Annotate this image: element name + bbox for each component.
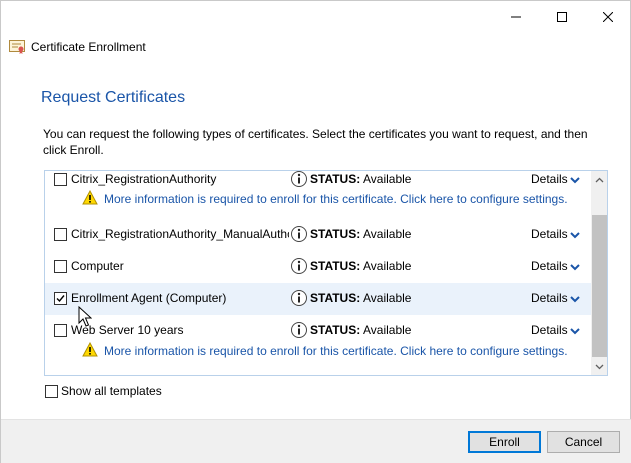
checkmark-icon <box>56 295 65 303</box>
chevron-down-icon[interactable] <box>570 295 580 303</box>
mouse-pointer-icon <box>78 306 92 327</box>
details-link[interactable]: Details <box>531 323 568 337</box>
status-value: Available <box>363 227 412 241</box>
maximize-icon <box>557 12 567 22</box>
certificate-list[interactable]: Citrix_RegistrationAuthority STATUS: Ava… <box>44 170 608 376</box>
chevron-down-icon[interactable] <box>570 231 580 239</box>
show-all-templates-checkbox[interactable] <box>45 385 58 398</box>
details-link[interactable]: Details <box>531 259 568 273</box>
info-icon <box>291 258 307 274</box>
certificate-checkbox[interactable] <box>54 324 67 337</box>
status-label: STATUS: <box>310 227 361 241</box>
maximize-button[interactable] <box>539 1 585 33</box>
info-icon <box>291 226 307 242</box>
status-value: Available <box>363 323 412 337</box>
page-description: You can request the following types of c… <box>43 127 588 157</box>
status-value: Available <box>363 259 412 273</box>
enroll-button[interactable]: Enroll <box>468 431 541 453</box>
warning-icon <box>82 190 98 205</box>
status-label: STATUS: <box>310 172 361 186</box>
status-label: STATUS: <box>310 323 361 337</box>
certificate-checkbox[interactable] <box>54 228 67 241</box>
certificate-name: Computer <box>71 259 124 273</box>
certificate-name: Web Server 10 years <box>71 323 184 337</box>
certificate-icon <box>9 40 25 54</box>
vertical-scrollbar[interactable] <box>591 171 607 375</box>
info-icon <box>291 322 307 338</box>
info-icon <box>291 290 307 306</box>
certificate-checkbox[interactable] <box>54 173 67 186</box>
configure-settings-link[interactable]: More information is required to enroll f… <box>104 192 568 206</box>
close-icon <box>603 12 613 22</box>
chevron-down-icon[interactable] <box>570 263 580 271</box>
chevron-down-icon[interactable] <box>570 176 580 184</box>
configure-settings-link[interactable]: More information is required to enroll f… <box>104 344 568 358</box>
chevron-up-icon <box>595 177 604 182</box>
certificate-checkbox-checked[interactable] <box>54 292 67 305</box>
certificate-name: Enrollment Agent (Computer) <box>71 291 227 305</box>
close-button[interactable] <box>585 1 631 33</box>
scrollbar-thumb[interactable] <box>592 215 607 357</box>
minimize-button[interactable] <box>493 1 539 33</box>
page-title: Request Certificates <box>41 89 186 106</box>
info-icon <box>291 171 307 187</box>
cancel-button[interactable]: Cancel <box>547 431 620 453</box>
certificate-checkbox[interactable] <box>54 260 67 273</box>
details-link[interactable]: Details <box>531 172 568 186</box>
details-link[interactable]: Details <box>531 291 568 305</box>
minimize-icon <box>511 16 521 18</box>
status-label: STATUS: <box>310 291 361 305</box>
chevron-down-icon[interactable] <box>570 327 580 335</box>
title-bar[interactable] <box>1 1 631 33</box>
status-label: STATUS: <box>310 259 361 273</box>
chevron-down-icon <box>595 364 604 369</box>
certificate-rows: Citrix_RegistrationAuthority STATUS: Ava… <box>45 171 591 375</box>
certificate-enrollment-window: Certificate Enrollment Request Certifica… <box>0 0 631 463</box>
certificate-name: Citrix_RegistrationAuthority <box>71 172 217 186</box>
status-value: Available <box>363 172 412 186</box>
scroll-up-button[interactable] <box>591 171 607 188</box>
status-value: Available <box>363 291 412 305</box>
show-all-templates-label[interactable]: Show all templates <box>61 384 162 398</box>
warning-icon <box>82 342 98 357</box>
scroll-down-button[interactable] <box>591 358 607 375</box>
details-link[interactable]: Details <box>531 227 568 241</box>
window-title: Certificate Enrollment <box>31 40 146 54</box>
certificate-name: Citrix_RegistrationAuthority_ManualAutho… <box>71 227 289 241</box>
